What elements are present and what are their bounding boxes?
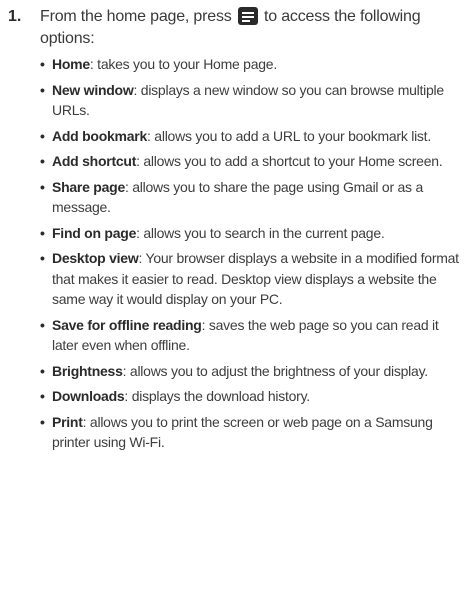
option-term: Downloads: [52, 388, 125, 404]
option-term: Share page: [52, 178, 125, 195]
options-list: • Home: takes you to your Home page. • N…: [8, 54, 468, 453]
bullet: •: [40, 153, 45, 169]
option-save-offline: • Save for offline reading: saves the we…: [40, 315, 468, 356]
option-desc: : allows you to adjust the brightness of…: [122, 362, 429, 379]
option-term: New window: [52, 81, 134, 98]
step-row: 1. From the home page, press to access t…: [8, 6, 468, 50]
step-intro-before: From the home page, press: [40, 8, 232, 25]
option-desc: : allows you to search in the current pa…: [136, 224, 385, 241]
option-brightness: • Brightness: allows you to adjust the b…: [40, 361, 468, 382]
bullet: •: [40, 81, 45, 98]
option-term: Save for offline reading: [52, 316, 202, 333]
option-add-bookmark: • Add bookmark: allows you to add a URL …: [40, 126, 468, 147]
bullet: •: [40, 362, 45, 379]
bullet: •: [40, 388, 45, 404]
option-home: • Home: takes you to your Home page.: [40, 54, 468, 75]
step-intro: From the home page, press to access the …: [40, 6, 468, 50]
bullet: •: [40, 413, 45, 430]
option-desc: : allows you to print the screen or web …: [52, 413, 433, 451]
option-term: Find on page: [52, 224, 137, 241]
option-add-shortcut: • Add shortcut: allows you to add a shor…: [40, 151, 468, 172]
instruction-step: 1. From the home page, press to access t…: [8, 6, 468, 458]
option-desktop-view: • Desktop view: Your browser displays a …: [40, 248, 468, 310]
bullet: •: [40, 178, 45, 195]
option-term: Add bookmark: [52, 127, 148, 144]
option-term: Print: [52, 413, 83, 430]
step-number: 1.: [8, 8, 22, 25]
bullet: •: [40, 56, 45, 72]
option-downloads: • Downloads: displays the download histo…: [40, 386, 468, 407]
option-term: Add shortcut: [52, 153, 137, 169]
option-print: • Print: allows you to print the screen …: [40, 412, 468, 453]
option-term: Desktop view: [52, 250, 139, 266]
option-new-window: • New window: displays a new window so y…: [40, 80, 468, 121]
bullet: •: [40, 224, 45, 241]
option-desc: : allows you to add a URL to your bookma…: [147, 127, 431, 144]
bullet: •: [40, 127, 45, 144]
option-share-page: • Share page: allows you to share the pa…: [40, 177, 468, 218]
option-desc: : allows you to add a shortcut to your H…: [136, 153, 443, 169]
option-term: Home: [52, 56, 90, 72]
bullet: •: [40, 250, 45, 266]
menu-icon: [237, 7, 258, 25]
option-find-on-page: • Find on page: allows you to search in …: [40, 223, 468, 244]
option-desc: : takes you to your Home page.: [89, 56, 277, 72]
option-term: Brightness: [52, 362, 123, 379]
bullet: •: [40, 316, 45, 333]
option-desc: : displays the download history.: [124, 388, 310, 404]
